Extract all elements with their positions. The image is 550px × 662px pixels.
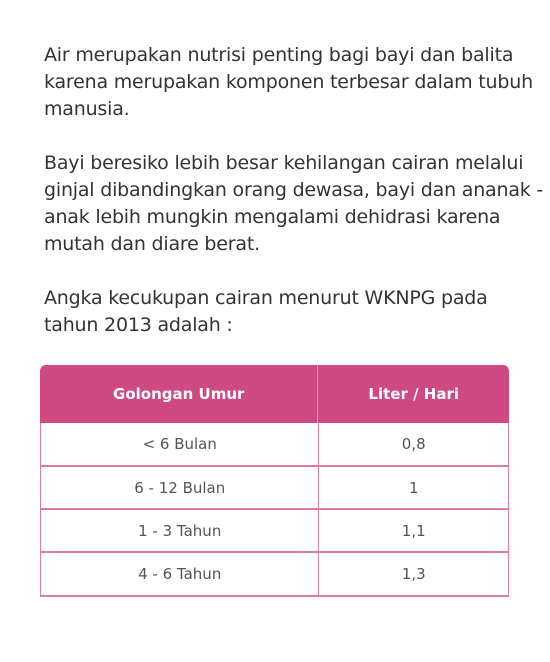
column-header-liters-per-day: Liter / Hari	[318, 365, 509, 423]
fluid-needs-table-container: Golongan Umur Liter / Hari < 6 Bulan 0,8…	[40, 365, 509, 597]
fluid-needs-table: Golongan Umur Liter / Hari < 6 Bulan 0,8…	[40, 365, 509, 597]
paragraph-line: Air merupakan nutrisi penting bagi bayi …	[44, 44, 514, 66]
cell-liters: 1,1	[318, 510, 509, 553]
paragraph-line: anak lebih mungkin mengalami dehidrasi k…	[44, 206, 501, 228]
paragraph-line: tahun 2013 adalah :	[44, 314, 233, 336]
cell-age-group: < 6 Bulan	[40, 423, 319, 467]
cell-age-group: 6 - 12 Bulan	[40, 467, 319, 510]
table-row: < 6 Bulan 0,8	[40, 423, 509, 467]
paragraph-line: karena merupakan komponen terbesar dalam…	[44, 71, 533, 93]
paragraph-line: ginjal dibandingkan orang dewasa, bayi d…	[44, 179, 544, 201]
paragraph-table-intro: Angka kecukupan cairan menurut WKNPG pad…	[44, 285, 514, 339]
article-body: Air merupakan nutrisi penting bagi bayi …	[44, 42, 544, 366]
table-header-row: Golongan Umur Liter / Hari	[40, 365, 509, 423]
table-row: 6 - 12 Bulan 1	[40, 467, 509, 510]
cell-age-group: 1 - 3 Tahun	[40, 510, 319, 553]
cell-age-group: 4 - 6 Tahun	[40, 553, 319, 597]
paragraph-line: Bayi beresiko lebih besar kehilangan cai…	[44, 152, 524, 174]
paragraph-water-nutrition: Air merupakan nutrisi penting bagi bayi …	[44, 42, 533, 123]
cell-liters: 0,8	[318, 423, 509, 467]
table-row: 4 - 6 Tahun 1,3	[40, 553, 509, 597]
paragraph-line: Angka kecukupan cairan menurut WKNPG pad…	[44, 287, 488, 309]
column-header-age-group: Golongan Umur	[40, 365, 319, 423]
paragraph-line: manusia.	[44, 98, 130, 120]
cell-liters: 1,3	[318, 553, 509, 597]
paragraph-dehydration-risk: Bayi beresiko lebih besar kehilangan cai…	[44, 150, 544, 258]
table-row: 1 - 3 Tahun 1,1	[40, 510, 509, 553]
cell-liters: 1	[318, 467, 509, 510]
paragraph-line: mutah dan diare berat.	[44, 233, 260, 255]
